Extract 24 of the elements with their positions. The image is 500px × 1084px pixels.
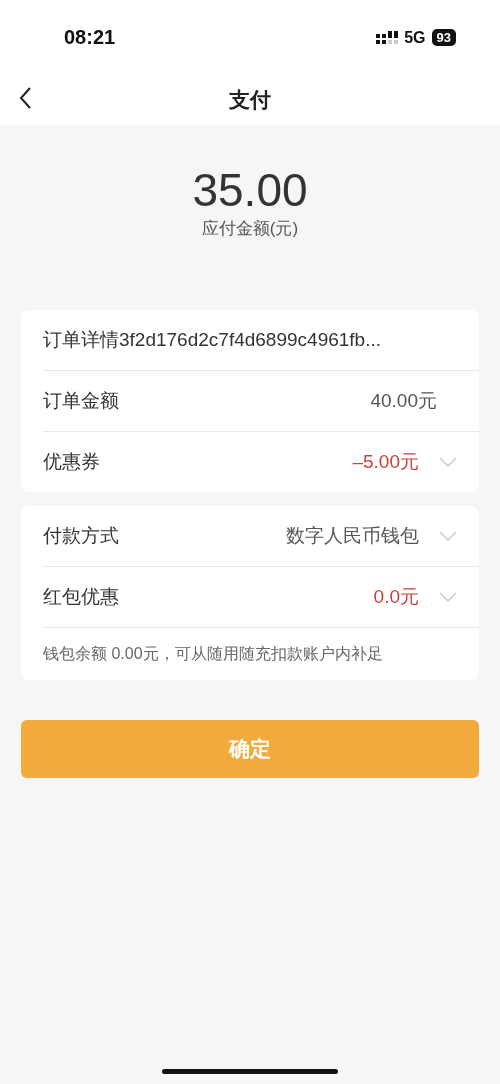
- page-title: 支付: [229, 87, 271, 113]
- chevron-down-icon: [439, 592, 457, 602]
- chevron-down-icon: [439, 457, 457, 467]
- back-icon[interactable]: [18, 86, 32, 110]
- row-label: 付款方式: [43, 524, 120, 548]
- amount-value: 35.00: [192, 163, 308, 217]
- select-row[interactable]: 付款方式 数字人民币钱包: [43, 506, 479, 567]
- select-row[interactable]: 红包优惠 0.0元: [43, 567, 479, 628]
- amount-label: 应付金额(元): [201, 218, 299, 240]
- row-value: 40.00元: [370, 389, 437, 413]
- row-value: 0.0元: [373, 585, 419, 609]
- battery-level: 93: [431, 29, 456, 46]
- signal-icon: [376, 30, 399, 45]
- status-time: 08:21: [64, 26, 116, 49]
- row-label: 优惠券: [43, 450, 101, 474]
- select-row[interactable]: 优惠券 –5.00元: [43, 432, 479, 492]
- network-label: 5G: [404, 28, 426, 47]
- row-label: 红包优惠: [43, 585, 120, 609]
- order-detail: 订单详情3f2d176d2c7f4d6899c4961fb...: [43, 328, 382, 352]
- chevron-down-icon: [439, 531, 457, 541]
- row-value: –5.00元: [352, 450, 419, 474]
- wallet-note: 钱包余额 0.00元，可从随用随充扣款账户内补足: [43, 643, 383, 664]
- row-value: 数字人民币钱包: [286, 524, 419, 548]
- row-label: 订单金额: [43, 389, 120, 413]
